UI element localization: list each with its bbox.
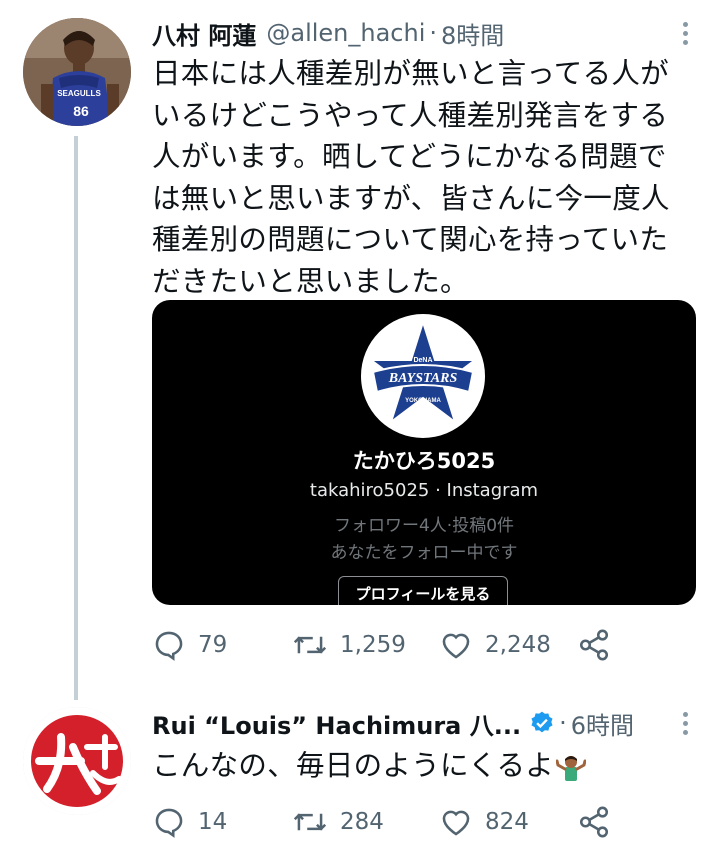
tweet-text: 日本には人種差別が無いと言ってる人が いるけどこうやって人種差別発言をする 人が…	[152, 53, 697, 302]
tweet-actions: 79 1,259 2,248	[152, 625, 622, 665]
logo-text-top: DeNA	[413, 357, 432, 364]
tweet-timestamp[interactable]: 6時間	[571, 706, 634, 741]
tweet-text-line: 人がいます。晒してどうにかなる問題で	[152, 140, 667, 173]
tweet-text-line: 日本には人種差別が無いと言ってる人が	[152, 57, 669, 90]
heart-icon	[442, 633, 470, 659]
card-follow-status: あなたをフォロー中です	[330, 543, 518, 563]
tweet-text-line: は無いと思いますが、皆さんに今一度人	[152, 181, 670, 215]
share-icon	[579, 629, 609, 661]
tweet-header: 八村 阿蓮 @allen_hachi · 8時間	[152, 16, 504, 50]
retweet-icon	[293, 636, 327, 654]
reply-icon	[155, 631, 183, 661]
card-profile-name: たかひろ5025	[352, 449, 496, 473]
reply-icon	[155, 808, 183, 838]
author-name[interactable]: 八村 阿蓮	[152, 16, 256, 51]
more-options-icon[interactable]	[683, 712, 689, 739]
media-card-screenshot[interactable]: DeNA BAYSTARS YOKOHAMA たかひろ5025 takahiro…	[152, 300, 696, 605]
tweet-text-line: だきたいと思いました。	[152, 264, 469, 298]
like-count: 824	[485, 809, 529, 835]
author-name[interactable]: Rui “Louis” Hachimura 八...	[152, 706, 521, 741]
card-profile-stats: フォロワー4人·投稿0件	[333, 516, 515, 536]
tweet-actions: 14 284 824	[152, 802, 622, 842]
share-button[interactable]	[577, 802, 623, 842]
retweet-button[interactable]: 284	[292, 802, 384, 842]
retweet-icon	[293, 813, 327, 831]
tweet-header: Rui “Louis” Hachimura 八... · 6時間	[152, 706, 634, 740]
heart-icon	[442, 810, 470, 836]
baystars-logo: DeNA BAYSTARS YOKOHAMA	[361, 314, 485, 438]
tweet-text: こんなの、毎日のようにくるよ	[152, 745, 697, 787]
reply-button[interactable]: 14	[152, 802, 227, 842]
avatar-allen[interactable]: SEAGULLS 86	[23, 18, 131, 126]
separator-dot: ·	[429, 19, 438, 47]
logo-text-bottom: YOKOHAMA	[405, 398, 441, 404]
tweet-timestamp[interactable]: 8時間	[441, 16, 504, 51]
retweet-button[interactable]: 1,259	[292, 625, 406, 665]
reply-count: 14	[198, 809, 228, 835]
tweet-text-content: こんなの、毎日のようにくるよ	[152, 749, 555, 782]
separator-dot: ·	[559, 709, 567, 737]
tweet-main[interactable]: SEAGULLS 86 八村 阿蓮 @allen_hachi · 8時間 日本に…	[0, 0, 719, 700]
more-options-icon[interactable]	[683, 22, 689, 49]
like-button[interactable]: 824	[439, 802, 529, 842]
card-profile-subtitle: takahiro5025 · Instagram	[309, 480, 539, 501]
avatar-photo: SEAGULLS 86	[23, 18, 131, 126]
avatar-logo	[23, 707, 131, 815]
verified-badge-icon	[531, 711, 553, 733]
reply-button[interactable]: 79	[152, 625, 227, 665]
like-count: 2,248	[485, 632, 551, 658]
person-shrugging-emoji-icon	[556, 756, 587, 781]
view-profile-button: プロフィールを見る	[338, 576, 508, 605]
avatar-rui[interactable]	[23, 707, 131, 815]
tweet-text-line: 種差別の問題について関心を持っていた	[152, 223, 669, 256]
thread-connector-line	[74, 136, 78, 700]
author-handle[interactable]: @allen_hachi	[266, 19, 425, 47]
retweet-count: 284	[340, 809, 384, 835]
retweet-count: 1,259	[340, 632, 406, 658]
share-button[interactable]	[577, 625, 623, 665]
logo-text-main: BAYSTARS	[388, 371, 458, 386]
share-icon	[579, 806, 609, 838]
like-button[interactable]: 2,248	[439, 625, 551, 665]
reply-count: 79	[198, 632, 228, 658]
avatar-jersey-text: SEAGULLS	[57, 89, 101, 98]
avatar-jersey-number: 86	[73, 103, 89, 119]
tweet-text-line: いるけどこうやって人種差別発言をする	[152, 98, 669, 132]
